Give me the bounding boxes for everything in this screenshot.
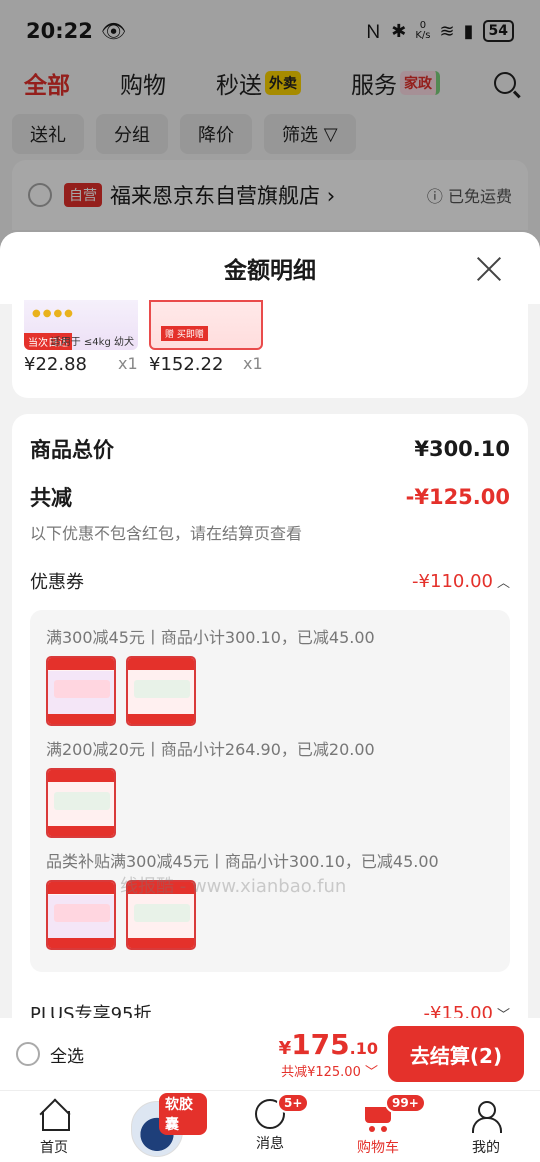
nav-home[interactable]: 首页 (9, 1099, 99, 1157)
total-row: 商品总价 ¥300.10 (30, 434, 510, 464)
product-art: ●●●● (32, 308, 75, 319)
product-strip: ●●●● 当次日达 适用于 ≤4kg 幼犬 ¥22.88 x1 赠 买即赠 ¥1… (12, 300, 528, 398)
checkout-button[interactable]: 去结算(2) (388, 1026, 524, 1082)
product-thumb[interactable] (46, 656, 116, 726)
cart-badge: 99+ (385, 1093, 426, 1113)
discount-row: 共减 -¥125.00 (30, 482, 510, 512)
checkout-total[interactable]: ¥175.10 共减¥125.00 ﹀ (279, 1028, 378, 1080)
total-value: ¥300.10 (414, 437, 510, 461)
plus-discount-row[interactable]: PLUS专享95折 -¥15.00 ﹀ (30, 1000, 510, 1019)
price-breakdown-card: 商品总价 ¥300.10 共减 -¥125.00 以下优惠不包含红包，请在结算页… (12, 414, 528, 1018)
discount-value: -¥125.00 (405, 485, 510, 509)
product-subtitle: 适用于 ≤4kg 幼犬 (50, 337, 134, 348)
product-price: ¥22.88 (24, 354, 87, 375)
home-icon (37, 1099, 71, 1133)
total-discount: 共减¥125.00 ﹀ (281, 1065, 378, 1080)
select-all-label[interactable]: 全选 (50, 1042, 84, 1067)
message-badge: 5+ (277, 1093, 310, 1113)
product-thumb[interactable] (46, 768, 116, 838)
select-all-radio[interactable] (16, 1042, 40, 1066)
chevron-up-icon: ︿ (496, 575, 510, 591)
product-thumb[interactable]: ●●●● 当次日达 适用于 ≤4kg 幼犬 (24, 300, 138, 350)
gift-tag: 赠 买即赠 (161, 326, 208, 341)
product-qty: x1 (243, 354, 263, 373)
discount-note: 以下优惠不包含红包，请在结算页查看 (30, 524, 303, 543)
watermark: 线报酷 - www.xianbao.fun (120, 876, 347, 897)
close-icon[interactable] (476, 256, 502, 282)
product-qty: x1 (118, 354, 138, 373)
coupon-value: -¥110.00 (412, 570, 493, 592)
bottom-nav: 首页 软胶囊 5+ 消息 99+ 购物车 我的 (0, 1090, 540, 1162)
coupon-label: 优惠券 (30, 572, 84, 593)
chevron-down-icon: ﹀ (364, 1065, 378, 1080)
coupon-rule: 满200减20元丨商品小计264.90，已减20.00 (46, 740, 375, 759)
total-label: 商品总价 (30, 438, 114, 462)
plus-value: -¥15.00 (423, 1002, 493, 1019)
sheet-title: 金额明细 (224, 258, 316, 284)
product-thumb[interactable] (46, 880, 116, 950)
checkout-bar: 全选 ¥175.10 共减¥125.00 ﹀ 去结算(2) (0, 1018, 540, 1090)
profile-icon (469, 1099, 503, 1133)
coupon-items (46, 768, 494, 838)
sheet-header: 金额明细 (0, 232, 540, 304)
coupon-items (46, 656, 494, 726)
product-price: ¥152.22 (149, 354, 224, 375)
amount-detail-sheet: 金额明细 ●●●● 当次日达 适用于 ≤4kg 幼犬 ¥22.88 x1 赠 买… (0, 232, 540, 1018)
total-payable: ¥175.10 (278, 1028, 378, 1061)
chevron-down-icon: ﹀ (496, 1007, 510, 1019)
plus-label: PLUS专享95折 (30, 1004, 152, 1018)
promo-badge: 软胶囊 (159, 1093, 207, 1135)
product-thumb[interactable] (126, 656, 196, 726)
coupon-rule: 满300减45元丨商品小计300.10，已减45.00 (46, 628, 375, 647)
product-thumb[interactable]: 赠 买即赠 (149, 300, 263, 350)
coupon-rule: 品类补贴满300减45元丨商品小计300.10，已减45.00 (46, 852, 439, 871)
nav-profile[interactable]: 我的 (441, 1099, 531, 1157)
discount-label: 共减 (30, 486, 72, 510)
coupon-row[interactable]: 优惠券 -¥110.00 ︿ (30, 568, 510, 594)
nav-messages[interactable]: 5+ 消息 (225, 1093, 315, 1153)
coupon-details: 满300减45元丨商品小计300.10，已减45.00 满200减20元丨商品小… (30, 610, 510, 972)
nav-cart[interactable]: 99+ 购物车 (333, 1093, 426, 1157)
